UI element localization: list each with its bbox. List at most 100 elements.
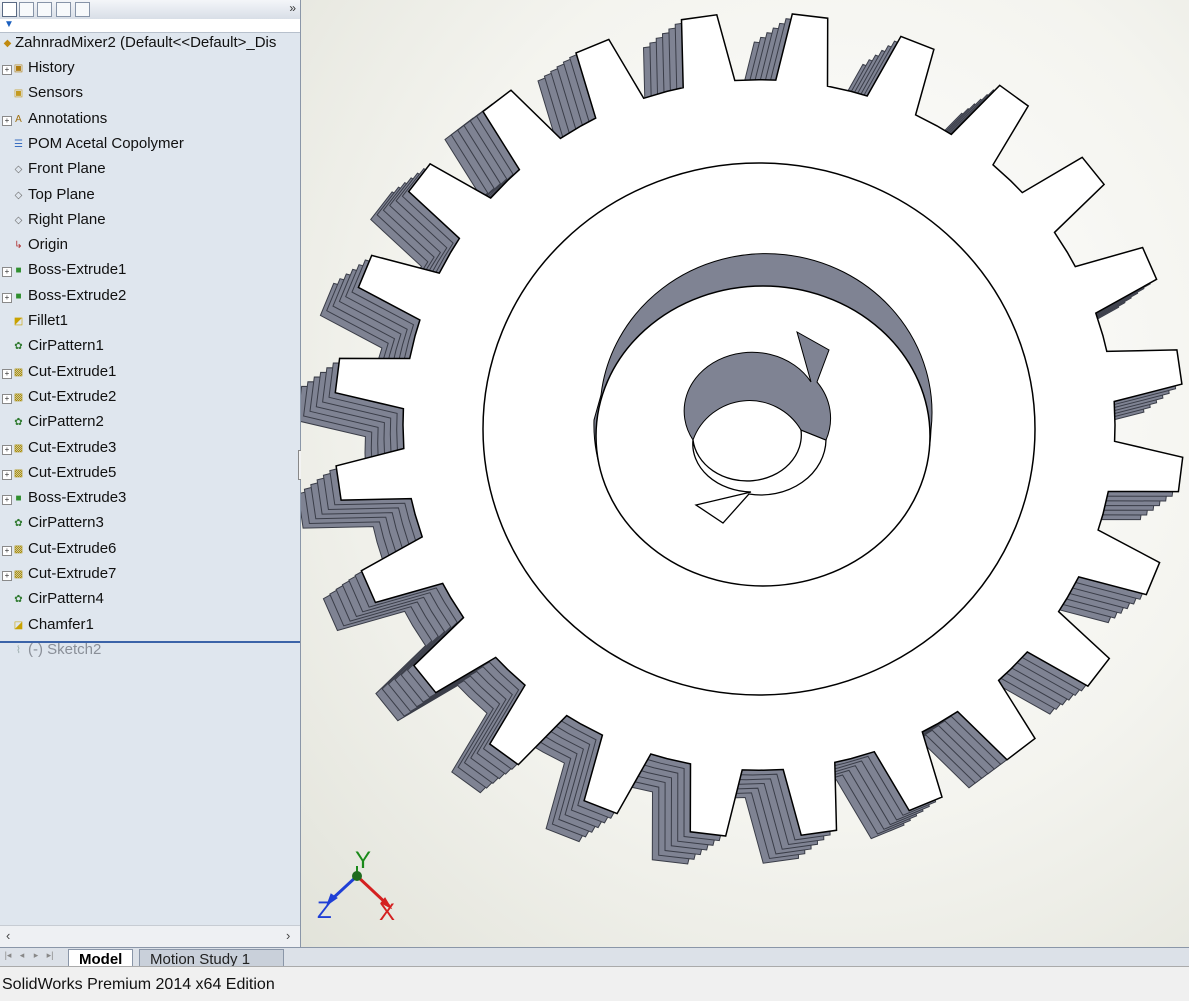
tree-item-cirpattern4[interactable]: ✿ CirPattern4 (0, 589, 300, 613)
tree-item-cut-extrude7[interactable]: + ▩ Cut-Extrude7 (0, 564, 300, 588)
tree-item-label: CirPattern2 (28, 413, 104, 431)
expand-icon[interactable]: + (2, 267, 12, 278)
tree-item-cirpattern3[interactable]: ✿ CirPattern3 (0, 513, 300, 537)
boss-extrude-icon: ■ (15, 493, 22, 505)
view-triad: Y X Z (317, 848, 395, 926)
tree-item-label: POM Acetal Copolymer (28, 134, 184, 152)
expand-icon[interactable]: + (2, 469, 12, 480)
expand-icon[interactable]: + (2, 393, 12, 404)
tree-horizontal-scrollbar[interactable]: ‹ › (0, 925, 300, 947)
display-manager-tab-icon[interactable] (75, 2, 90, 17)
filter-icon[interactable]: ▼ (4, 19, 14, 30)
cut-extrude-icon: ▩ (13, 391, 24, 403)
panel-expand-icon[interactable]: » (289, 1, 296, 15)
tree-item-history[interactable]: + ▣ History (0, 58, 300, 82)
feature-manager-tab-icon[interactable] (2, 2, 17, 17)
circular-pattern-icon: ✿ (14, 518, 23, 530)
plane-icon: ◇ (14, 189, 23, 201)
tree-item-right-plane[interactable]: ◇ Right Plane (0, 210, 300, 234)
tab-next-icon[interactable]: ▸ (30, 950, 42, 963)
tree-root-label: ZahnradMixer2 (Default<<Default>_Dis (15, 34, 277, 51)
tree-item-label: Fillet1 (28, 312, 69, 329)
tree-item-boss-extrude2[interactable]: + ■ Boss-Extrude2 (0, 286, 300, 310)
expand-icon[interactable]: + (2, 368, 12, 379)
tree-item-cut-extrude2[interactable]: + ▩ Cut-Extrude2 (0, 387, 300, 411)
tree-item-chamfer1[interactable]: ◪ Chamfer1 (0, 615, 300, 639)
cut-extrude-icon: ▩ (13, 366, 24, 378)
tree-root-part[interactable]: ◆ ZahnradMixer2 (Default<<Default>_Dis (0, 33, 300, 57)
tree-filter-bar[interactable]: ▼ (0, 19, 300, 33)
tree-item-cut-extrude1[interactable]: + ▩ Cut-Extrude1 (0, 362, 300, 386)
expand-icon[interactable]: + (2, 115, 12, 126)
sketch-icon: ⌇ (16, 644, 21, 656)
annotations-icon: A (15, 113, 22, 125)
cut-extrude-icon: ▩ (13, 442, 24, 454)
expand-icon[interactable]: + (2, 444, 12, 455)
tree-item-label: Sensors (28, 84, 84, 102)
plane-icon: ◇ (14, 164, 23, 176)
scroll-right-icon[interactable]: › (286, 928, 290, 943)
gear-model[interactable] (301, 0, 1189, 947)
x-axis-label: X (379, 899, 395, 926)
material-icon: ☰ (14, 138, 23, 150)
history-icon: ▣ (13, 63, 24, 74)
tree-item-label: History (28, 59, 75, 76)
tree-item-annotations[interactable]: + A Annotations (0, 109, 300, 133)
origin-icon: ↳ (14, 240, 23, 252)
circular-pattern-icon: ✿ (14, 341, 23, 353)
tree-item-boss-extrude1[interactable]: + ■ Boss-Extrude1 (0, 260, 300, 284)
tree-item-cirpattern2[interactable]: ✿ CirPattern2 (0, 412, 300, 436)
property-manager-tab-icon[interactable] (19, 2, 34, 17)
scroll-left-icon[interactable]: ‹ (6, 928, 10, 943)
fillet-icon: ◩ (13, 316, 24, 327)
tree-item-boss-extrude3[interactable]: + ■ Boss-Extrude3 (0, 488, 300, 512)
chamfer-icon: ◪ (13, 619, 24, 631)
tab-first-icon[interactable]: |◂ (2, 950, 14, 963)
graphics-viewport[interactable]: Y X Z (301, 0, 1189, 947)
tree-item-label: Cut-Extrude1 (28, 362, 117, 380)
tree-item-cut-extrude6[interactable]: + ▩ Cut-Extrude6 (0, 539, 300, 563)
expand-icon[interactable]: + (2, 571, 12, 581)
tree-item-label: Boss-Extrude1 (28, 261, 127, 279)
tree-item-pom-acetal-copolymer[interactable]: ☰ POM Acetal Copolymer (0, 134, 300, 158)
tab-last-icon[interactable]: ▸| (44, 950, 56, 963)
cut-extrude-icon: ▩ (13, 467, 24, 479)
bottom-tab-bar: |◂ ◂ ▸ ▸| Model Motion Study 1 (0, 947, 1189, 968)
tree-item-label: Cut-Extrude6 (28, 539, 117, 557)
tab-prev-icon[interactable]: ◂ (16, 950, 28, 963)
y-axis-label: Y (355, 848, 371, 874)
plane-icon: ◇ (14, 214, 23, 226)
tab-model[interactable]: Model (68, 949, 134, 968)
tree-item-label: Cut-Extrude5 (28, 463, 117, 481)
tree-item-sketch2[interactable]: ⌇ (-) Sketch2 (0, 640, 300, 664)
feature-manager-panel: » ▼ ◆ ZahnradMixer2 (Default<<Default>_D… (0, 0, 301, 947)
tree-item-fillet1[interactable]: ◩ Fillet1 (0, 311, 300, 335)
tree-item-cut-extrude5[interactable]: + ▩ Cut-Extrude5 (0, 463, 300, 487)
expand-icon[interactable]: + (2, 292, 12, 303)
tree-item-front-plane[interactable]: ◇ Front Plane (0, 159, 300, 183)
tab-motion-study[interactable]: Motion Study 1 (139, 949, 284, 968)
tree-item-label: Cut-Extrude3 (28, 438, 117, 456)
tree-item-origin[interactable]: ↳ Origin (0, 235, 300, 259)
tree-item-label: Annotations (28, 109, 108, 127)
boss-extrude-icon: ■ (15, 290, 22, 302)
tree-item-label: CirPattern3 (28, 514, 104, 532)
expand-icon[interactable]: + (2, 495, 12, 506)
z-axis-label: Z (317, 897, 332, 924)
tree-item-label: Cut-Extrude7 (28, 565, 117, 582)
tree-item-cirpattern1[interactable]: ✿ CirPattern1 (0, 336, 300, 360)
tree-item-top-plane[interactable]: ◇ Top Plane (0, 185, 300, 209)
tree-item-label: (-) Sketch2 (28, 640, 102, 658)
dimxpert-tab-icon[interactable] (56, 2, 71, 17)
tree-item-cut-extrude3[interactable]: + ▩ Cut-Extrude3 (0, 438, 300, 462)
rollback-bar[interactable] (0, 641, 300, 643)
tree-item-label: CirPattern4 (28, 590, 104, 608)
expand-icon[interactable]: + (2, 65, 12, 75)
tree-item-sensors[interactable]: ▣ Sensors (0, 83, 300, 107)
hub-inner-edge (595, 285, 931, 587)
circular-pattern-icon: ✿ (14, 417, 23, 429)
configuration-manager-tab-icon[interactable] (37, 2, 52, 17)
tree-item-label: Boss-Extrude3 (28, 489, 127, 507)
sensors-icon: ▣ (13, 88, 24, 100)
expand-icon[interactable]: + (2, 545, 12, 556)
